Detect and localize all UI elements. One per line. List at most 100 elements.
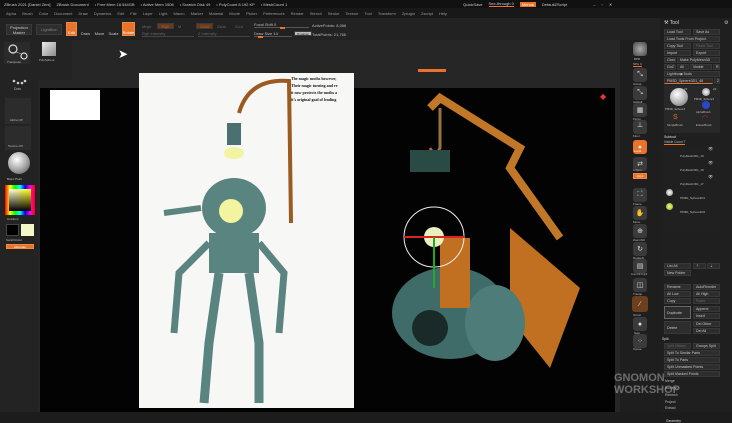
menu-color[interactable]: Color <box>39 11 49 16</box>
r-button[interactable]: R <box>713 64 720 70</box>
subtool-item[interactable]: PM3D_Sphere3D1 <box>664 188 720 202</box>
load-tools-from-project-button[interactable]: Load Tools From Project <box>664 36 720 42</box>
subtool-item[interactable]: PolyMesh3D1_19 👁 <box>664 146 720 160</box>
menu-transform[interactable]: Transform <box>378 11 396 16</box>
insert-button[interactable]: Insert <box>693 313 720 319</box>
boolean-header[interactable]: Boolean <box>665 386 677 390</box>
settings-icon[interactable]: ⚙ <box>724 20 728 26</box>
close-icon[interactable]: ✕ <box>609 2 612 7</box>
export-button[interactable]: Export <box>693 50 720 56</box>
menu-light[interactable]: Light <box>159 11 168 16</box>
maximize-icon[interactable]: ▫ <box>601 2 602 7</box>
eye-icon[interactable]: 👁 <box>708 146 713 151</box>
menu-picker[interactable]: Picker <box>246 11 257 16</box>
project-header[interactable]: Project <box>665 400 676 404</box>
rotate-icon[interactable]: ↻ <box>633 242 647 256</box>
zsub-button[interactable]: Zsub <box>217 24 226 29</box>
bpr-icon[interactable] <box>633 42 647 56</box>
load-tool-button[interactable]: Load Tool <box>664 29 691 35</box>
menu-zplugin[interactable]: Zplugin <box>402 11 415 16</box>
polyframe-icon[interactable]: ▤ <box>633 259 647 273</box>
menu-stencil[interactable]: Stencil <box>310 11 322 16</box>
clone-button[interactable]: Clone <box>664 57 676 63</box>
subtool-item[interactable]: PM3D_Sphere3D2 <box>664 202 720 216</box>
z-intensity-slider[interactable]: Z Intensity <box>198 31 250 37</box>
mrgb-button[interactable]: Mrgb <box>142 24 151 29</box>
paste-button[interactable]: Paste <box>693 298 720 304</box>
del-other-button[interactable]: Del Other <box>693 321 720 327</box>
visible-count-slider[interactable]: Visible Count 7 <box>664 140 686 145</box>
menu-macro[interactable]: Macro <box>173 11 184 16</box>
move-button[interactable]: Move <box>94 22 105 36</box>
menu-brush[interactable]: Brush <box>22 11 32 16</box>
split-similar-button[interactable]: Split To Similar Parts <box>664 350 720 356</box>
copy-tool-button[interactable]: Copy Tool <box>664 43 691 49</box>
paste-tool-button[interactable]: Paste Tool <box>693 43 720 49</box>
color-picker[interactable] <box>5 185 35 215</box>
alphabrush-icon[interactable] <box>702 101 710 109</box>
draw-size-handle[interactable] <box>258 36 263 38</box>
zadd-button[interactable]: Zadd <box>196 23 213 29</box>
menu-draw[interactable]: Draw <box>78 11 87 16</box>
rename-button[interactable]: Rename <box>664 284 691 290</box>
duplicate-button[interactable]: Duplicate <box>664 306 691 319</box>
menu-stroke[interactable]: Stroke <box>328 11 340 16</box>
menu-zscript[interactable]: Zscript <box>421 11 433 16</box>
save-as-button[interactable]: Save As <box>693 29 720 35</box>
focal-shift-handle[interactable] <box>280 27 285 29</box>
goz-button[interactable]: GoZ <box>664 64 676 70</box>
draw-button[interactable]: Draw <box>80 22 91 36</box>
default-zscript[interactable]: DefaultZScript <box>542 2 567 7</box>
transp-icon[interactable]: ◫ <box>633 278 647 292</box>
navigator-thumbnail[interactable] <box>50 90 100 120</box>
secondary-color-swatch[interactable] <box>21 224 34 236</box>
simplebrush-icon[interactable]: S <box>673 114 678 121</box>
alternate-button[interactable]: Alternate <box>6 244 34 249</box>
all-low-button[interactable]: All Low <box>664 291 691 297</box>
zoom3d-icon[interactable]: ⊕ <box>633 224 647 238</box>
solo-icon[interactable]: ● <box>633 317 647 331</box>
persp-icon[interactable]: ▦ <box>633 103 647 117</box>
projection-master-button[interactable]: Projection Master <box>6 24 32 35</box>
menu-movie[interactable]: Movie <box>229 11 240 16</box>
menu-material[interactable]: Material <box>209 11 223 16</box>
subtool-item[interactable]: PolyMesh3D1_17 👁 <box>664 174 720 188</box>
menu-preferences[interactable]: Preferences <box>263 11 285 16</box>
xpose-icon[interactable]: ⁘ <box>633 334 647 348</box>
alpha-slot[interactable]: Alpha Off <box>5 98 31 124</box>
append-button[interactable]: Append <box>693 306 720 312</box>
split-hidden-button[interactable]: Split Hidden <box>664 343 691 349</box>
rotate-button[interactable]: Rotate <box>122 22 135 36</box>
eye-icon[interactable]: 👁 <box>708 174 713 179</box>
color-square[interactable] <box>9 189 31 211</box>
lightbox-tools-button[interactable]: Lightbox▶Tools <box>664 71 720 77</box>
groups-split-button[interactable]: Groups Split <box>693 343 720 349</box>
eraserbrush-icon[interactable]: ◠ <box>702 114 708 122</box>
split-unmasked-button[interactable]: Split Unmasked Points <box>664 364 720 370</box>
subtool-item[interactable]: PolyMesh3D1_18 👁 <box>664 160 720 174</box>
seethrough-slider[interactable]: See-through 0 <box>488 1 514 7</box>
zcut-button[interactable]: Zcut <box>235 24 243 29</box>
menu-dynamics[interactable]: Dynamics <box>94 11 112 16</box>
split-masked-button[interactable]: Split Masked Points <box>664 371 720 377</box>
merge-header[interactable]: Merge <box>665 379 675 383</box>
goz-visible-button[interactable]: Visible <box>690 64 712 70</box>
split-parts-button[interactable]: Split To Parts <box>664 357 720 363</box>
rgb-button[interactable]: Rgb <box>157 23 174 29</box>
primary-color-swatch[interactable] <box>6 224 19 236</box>
new-folder-button[interactable]: New Folder <box>664 270 691 276</box>
lightbox-button[interactable]: LightBox <box>36 24 62 35</box>
goz-all-button[interactable]: All <box>677 64 689 70</box>
remesh-header[interactable]: Remesh <box>665 393 678 397</box>
xyz-button[interactable]: Qxyz <box>633 173 647 179</box>
menu-help[interactable]: Help <box>439 11 447 16</box>
extract-header[interactable]: Extract <box>665 406 676 410</box>
copy-button[interactable]: Copy <box>664 298 691 304</box>
split-header[interactable]: Split <box>662 337 669 341</box>
frame-icon[interactable]: ⛶ <box>633 188 647 202</box>
menu-texture[interactable]: Texture <box>345 11 358 16</box>
scale-button[interactable]: Scale <box>108 22 119 36</box>
subtool-header[interactable]: Subtool <box>664 135 676 139</box>
menu-file[interactable]: File <box>130 11 136 16</box>
dots-stroke-slot[interactable]: Dots <box>8 78 30 96</box>
